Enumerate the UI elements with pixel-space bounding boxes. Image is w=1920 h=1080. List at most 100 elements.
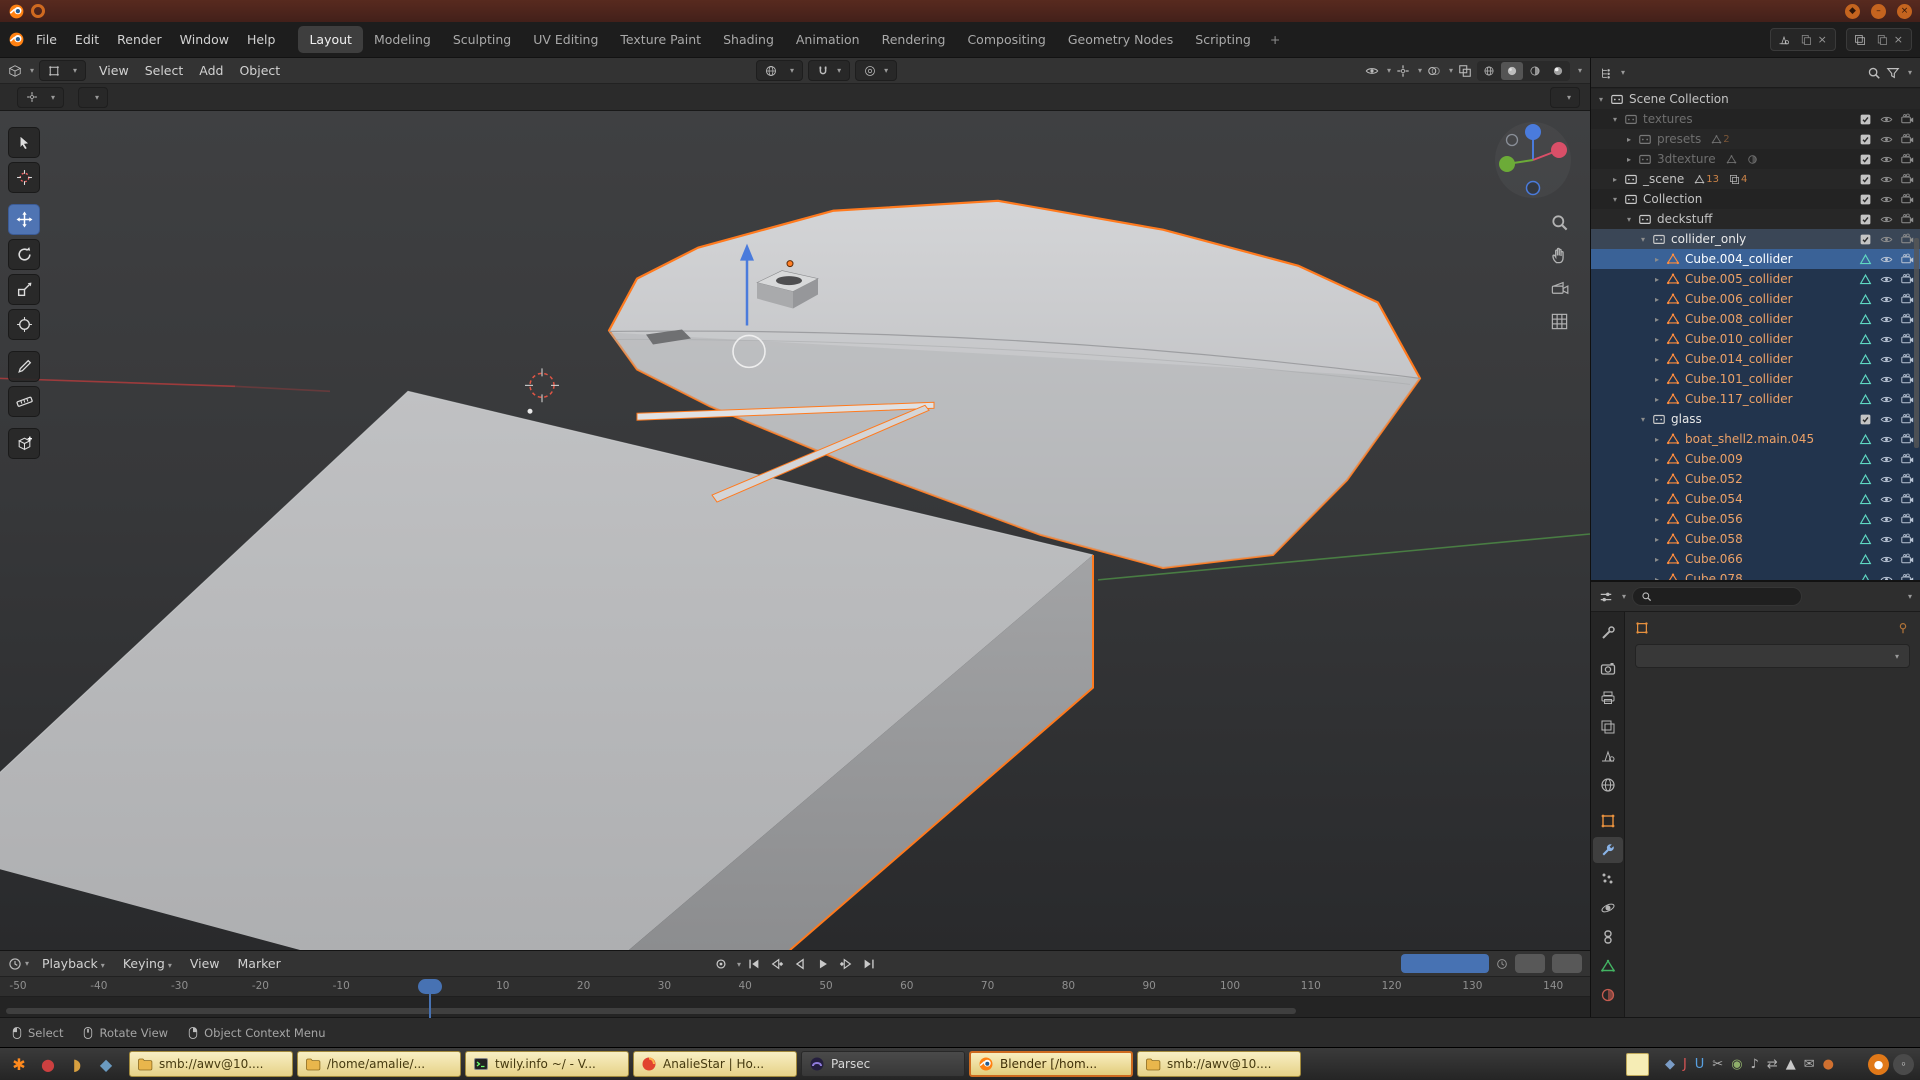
remove-viewlayer-button[interactable]: × (1893, 33, 1904, 46)
workspace-tab-layout[interactable]: Layout (298, 26, 363, 53)
viewport-menu-add[interactable]: Add (191, 60, 231, 81)
next-keyframe-button[interactable] (836, 954, 856, 974)
pan-hand-icon[interactable] (1550, 246, 1569, 265)
jump-to-end-button[interactable] (859, 954, 879, 974)
workspace-tab-compositing[interactable]: Compositing (956, 26, 1056, 53)
workspace-tab-sculpting[interactable]: Sculpting (442, 26, 522, 53)
render-toggle-icon[interactable] (1898, 113, 1916, 126)
timeline-menu-keying[interactable]: Keying▾ (114, 952, 181, 975)
viewlayer-selector[interactable]: × (1846, 28, 1912, 51)
new-scene-icon[interactable] (1800, 34, 1812, 46)
snapping-selector[interactable]: ▾ (808, 60, 850, 81)
hide-toggle-icon[interactable] (1877, 453, 1895, 466)
taskbar-window-blender-hom[interactable]: Blender [/hom... (969, 1051, 1133, 1077)
menu-file[interactable]: File (27, 28, 66, 51)
viewport-menu-view[interactable]: View (91, 60, 137, 81)
mesh-data-icon[interactable] (1856, 333, 1874, 346)
scene-selector[interactable]: × (1770, 28, 1836, 51)
editor-type-icon[interactable] (8, 64, 22, 78)
outliner-row-3dtexture[interactable]: ▸3dtexture (1591, 149, 1920, 169)
options-dropdown[interactable]: ▾ (1550, 87, 1580, 108)
rotate-tool[interactable] (8, 239, 40, 270)
tray-icon-5[interactable]: ♪ (1751, 1058, 1759, 1071)
expand-toggle-icon[interactable]: ▾ (1637, 235, 1649, 244)
proportional-editing-selector[interactable]: ▾ (855, 60, 897, 81)
hide-toggle-icon[interactable] (1877, 173, 1895, 186)
render-toggle-icon[interactable] (1898, 473, 1916, 486)
add-workspace-button[interactable]: + (1262, 26, 1288, 53)
pin-icon[interactable] (1896, 621, 1910, 635)
expand-toggle-icon[interactable]: ▸ (1651, 555, 1663, 564)
outliner-row-glass[interactable]: ▾glass (1591, 409, 1920, 429)
workspace-tab-modeling[interactable]: Modeling (363, 26, 442, 53)
play-button[interactable] (813, 954, 833, 974)
launcher-icon-2[interactable]: ◗ (64, 1051, 90, 1077)
start-frame-field[interactable] (1515, 954, 1545, 973)
hide-toggle-icon[interactable] (1877, 153, 1895, 166)
hide-toggle-icon[interactable] (1877, 393, 1895, 406)
outliner-row-presets[interactable]: ▸presets2 (1591, 129, 1920, 149)
expand-toggle-icon[interactable]: ▸ (1651, 355, 1663, 364)
menu-render[interactable]: Render (108, 28, 171, 51)
close-button[interactable]: × (1897, 4, 1912, 19)
exclude-checkbox-icon[interactable] (1856, 153, 1874, 166)
window-menu-icon[interactable] (31, 4, 45, 18)
previous-keyframe-button[interactable] (767, 954, 787, 974)
editor-type-icon[interactable] (1599, 590, 1613, 604)
viewport-menu-object[interactable]: Object (231, 60, 288, 81)
workspace-tab-geometry-nodes[interactable]: Geometry Nodes (1057, 26, 1184, 53)
render-toggle-icon[interactable] (1898, 453, 1916, 466)
add-modifier-button[interactable]: ▾ (1635, 644, 1910, 668)
expand-toggle-icon[interactable]: ▸ (1651, 435, 1663, 444)
launcher-icon-3[interactable]: ◆ (93, 1051, 119, 1077)
tray-icon-4[interactable]: ◉ (1731, 1058, 1742, 1071)
hide-toggle-icon[interactable] (1877, 253, 1895, 266)
hide-toggle-icon[interactable] (1877, 433, 1895, 446)
hide-toggle-icon[interactable] (1877, 373, 1895, 386)
exclude-checkbox-icon[interactable] (1856, 173, 1874, 186)
search-icon[interactable] (1867, 66, 1881, 80)
outliner-row-cube-004-collider[interactable]: ▸Cube.004_collider (1591, 249, 1920, 269)
hide-toggle-icon[interactable] (1877, 313, 1895, 326)
drag-dropdown[interactable]: ▾ (78, 87, 108, 108)
outliner-scrollbar[interactable] (1914, 238, 1919, 448)
workspace-tab-scripting[interactable]: Scripting (1184, 26, 1262, 53)
properties-tab-material[interactable] (1593, 982, 1623, 1008)
outliner-row-cube-101-collider[interactable]: ▸Cube.101_collider (1591, 369, 1920, 389)
timeline-ruler[interactable]: -50-40-30-20-100102030405060708090100110… (0, 977, 1590, 997)
hide-toggle-icon[interactable] (1877, 193, 1895, 206)
mesh-data-icon[interactable] (1856, 473, 1874, 486)
properties-search-input[interactable] (1632, 587, 1802, 606)
launcher-icon-1[interactable]: ● (35, 1051, 61, 1077)
taskbar-window-analiestar-ho[interactable]: AnalieStar | Ho... (633, 1051, 797, 1077)
taskbar-window-home-amalie[interactable]: /home/amalie/... (297, 1051, 461, 1077)
orientation-dropdown[interactable]: ▾ (17, 87, 64, 108)
outliner-row-collider-only[interactable]: ▾collider_only (1591, 229, 1920, 249)
timeline-menu-marker[interactable]: Marker (229, 952, 290, 975)
notifier-icon[interactable]: ● (1868, 1054, 1889, 1075)
expand-toggle-icon[interactable]: ▸ (1651, 515, 1663, 524)
scale-tool[interactable] (8, 274, 40, 305)
unlink-scene-button[interactable]: × (1817, 33, 1828, 46)
expand-toggle-icon[interactable]: ▸ (1651, 395, 1663, 404)
cursor-tool[interactable] (8, 162, 40, 193)
expand-toggle-icon[interactable]: ▾ (1609, 195, 1621, 204)
mesh-data-icon[interactable] (1856, 513, 1874, 526)
hide-toggle-icon[interactable] (1877, 413, 1895, 426)
viewport-scene[interactable] (0, 111, 1590, 950)
outliner-row-cube-008-collider[interactable]: ▸Cube.008_collider (1591, 309, 1920, 329)
outliner-row-cube-052[interactable]: ▸Cube.052 (1591, 469, 1920, 489)
outliner-row-textures[interactable]: ▾textures (1591, 109, 1920, 129)
zoom-icon[interactable] (1550, 213, 1569, 232)
select-box-tool[interactable] (8, 127, 40, 158)
expand-toggle-icon[interactable]: ▸ (1623, 155, 1635, 164)
outliner-row-cube-066[interactable]: ▸Cube.066 (1591, 549, 1920, 569)
expand-toggle-icon[interactable]: ▸ (1609, 175, 1621, 184)
tray-icon-3[interactable]: ✂ (1712, 1058, 1723, 1071)
outliner-row-cube-010-collider[interactable]: ▸Cube.010_collider (1591, 329, 1920, 349)
exclude-checkbox-icon[interactable] (1856, 413, 1874, 426)
taskbar-window-parsec[interactable]: Parsec (801, 1051, 965, 1077)
jump-to-start-button[interactable] (744, 954, 764, 974)
expand-toggle-icon[interactable]: ▸ (1651, 295, 1663, 304)
menu-edit[interactable]: Edit (66, 28, 108, 51)
